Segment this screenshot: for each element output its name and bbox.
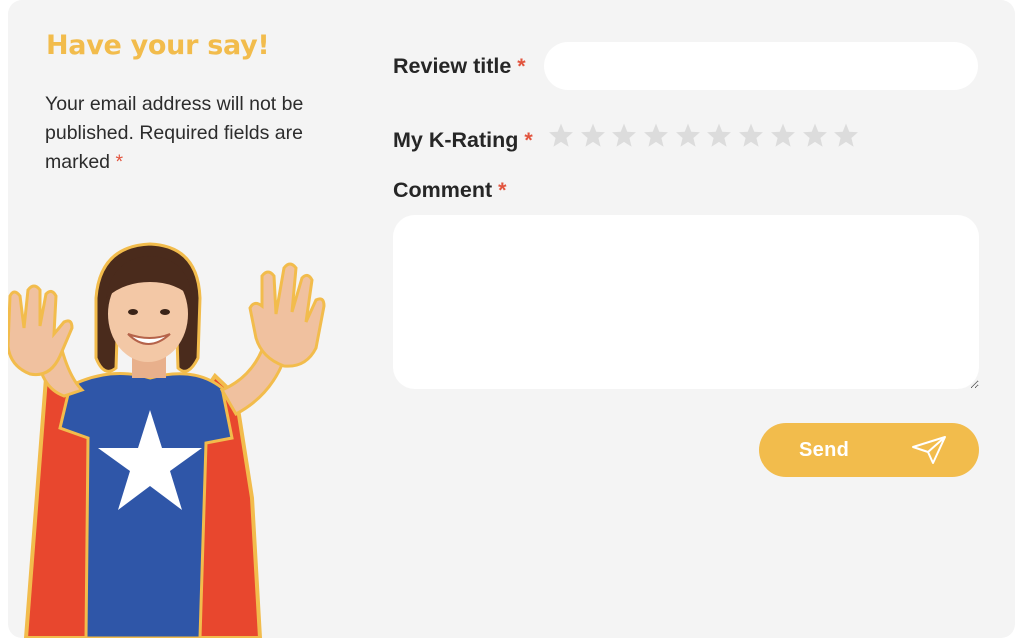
comment-textarea[interactable] bbox=[393, 215, 979, 389]
review-title-label: Review title * bbox=[393, 54, 526, 79]
star-icon[interactable] bbox=[833, 118, 865, 152]
send-button[interactable]: Send bbox=[759, 423, 979, 477]
send-button-label: Send bbox=[799, 439, 850, 461]
required-asterisk: * bbox=[498, 178, 507, 202]
star-icon[interactable] bbox=[770, 118, 802, 152]
star-icon[interactable] bbox=[802, 118, 834, 152]
star-icon[interactable] bbox=[548, 118, 580, 152]
required-fields-note-text: Your email address will not be published… bbox=[45, 93, 304, 173]
star-icon[interactable] bbox=[706, 118, 738, 152]
form-heading: Have your say! bbox=[46, 30, 270, 61]
star-icon[interactable] bbox=[738, 118, 770, 152]
rating-label: My K-Rating * bbox=[393, 128, 533, 153]
required-asterisk: * bbox=[524, 128, 533, 152]
required-fields-note: Your email address will not be published… bbox=[45, 90, 345, 177]
superhero-child-illustration bbox=[8, 242, 326, 638]
required-asterisk: * bbox=[115, 151, 124, 173]
star-icon[interactable] bbox=[611, 118, 643, 152]
review-title-label-text: Review title bbox=[393, 54, 512, 78]
required-asterisk: * bbox=[517, 54, 526, 78]
star-icon[interactable] bbox=[580, 118, 612, 152]
comment-label: Comment * bbox=[393, 178, 507, 203]
review-title-input[interactable] bbox=[544, 42, 978, 90]
star-icon[interactable] bbox=[643, 118, 675, 152]
comment-label-text: Comment bbox=[393, 178, 493, 202]
star-icon[interactable] bbox=[675, 118, 707, 152]
rating-label-text: My K-Rating bbox=[393, 128, 519, 152]
paper-plane-icon bbox=[912, 436, 946, 464]
review-form-card: Have your say! Your email address will n… bbox=[8, 0, 1015, 638]
k-rating-stars bbox=[548, 118, 865, 152]
